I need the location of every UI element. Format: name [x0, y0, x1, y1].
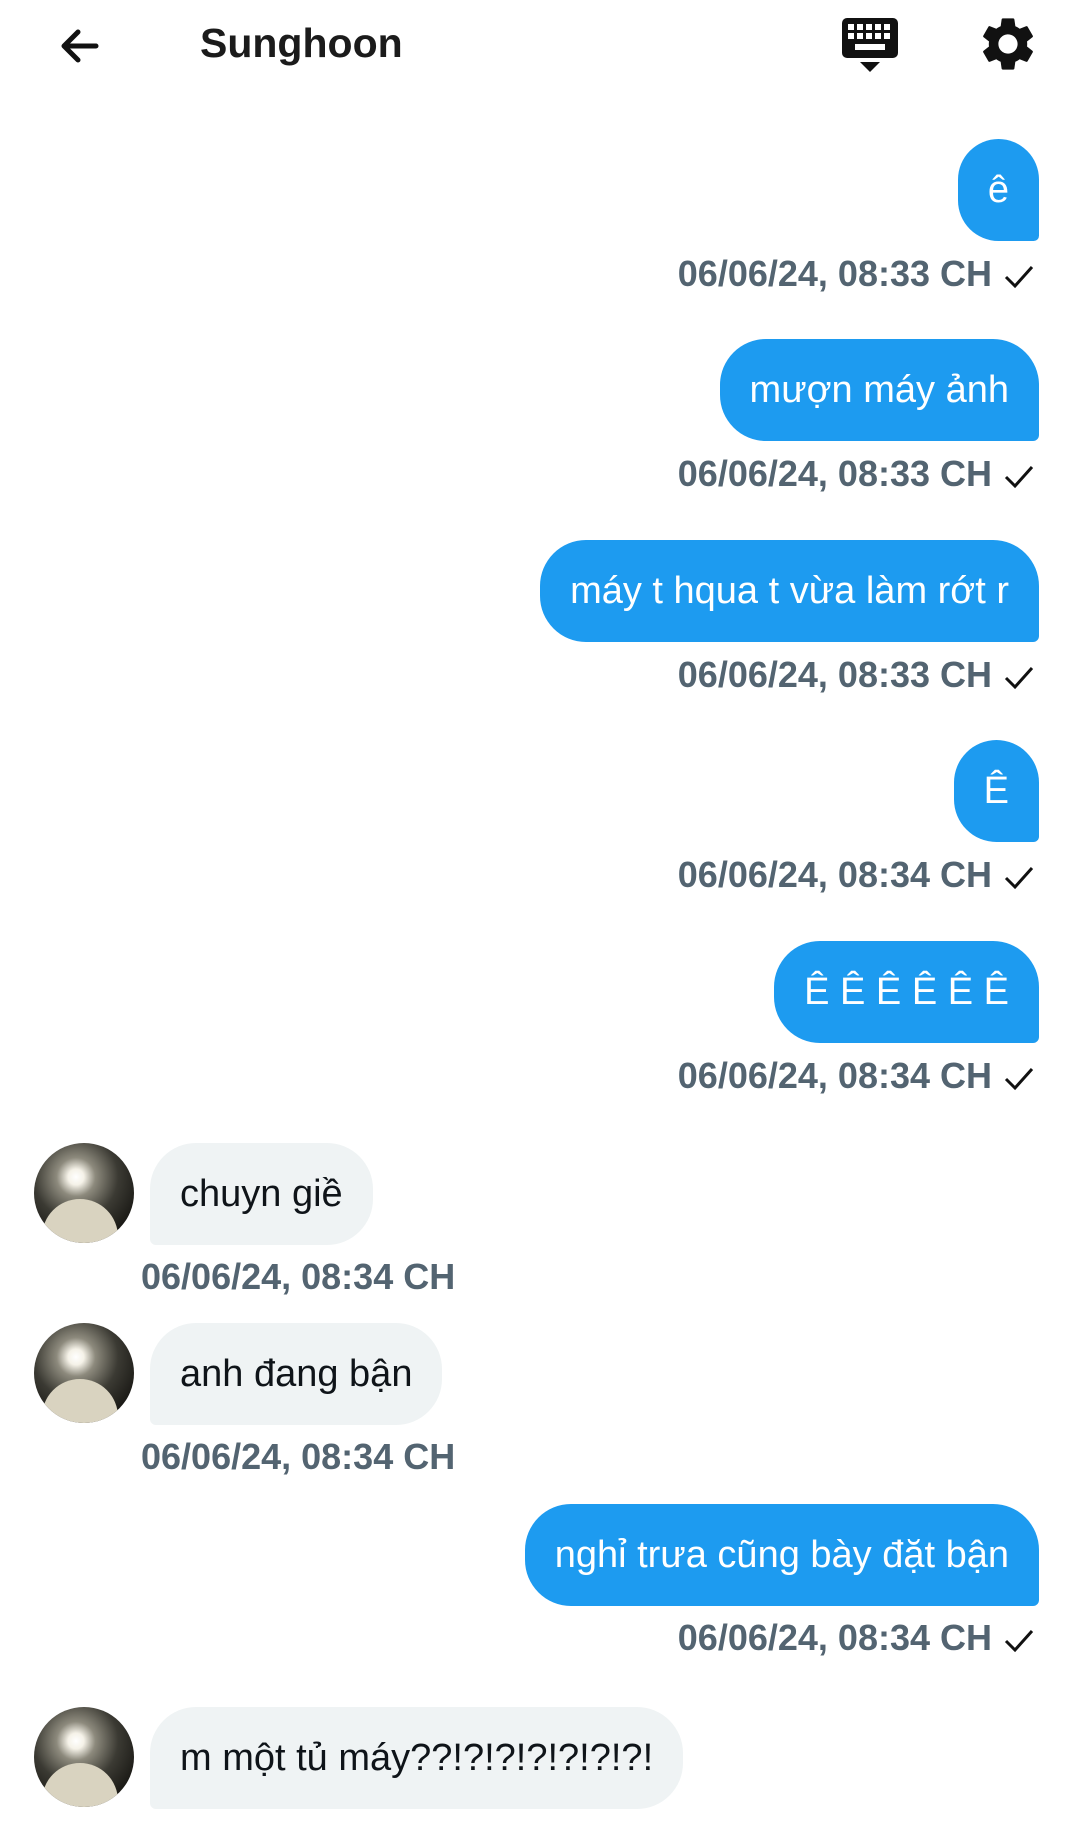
message-text: máy t hqua t vừa làm rớt r — [570, 569, 1009, 612]
message-timestamp: 06/06/24, 08:34 CH — [677, 854, 992, 895]
avatar[interactable] — [34, 1323, 134, 1423]
message-text: Ê Ê Ê Ê Ê Ê — [804, 970, 1009, 1013]
check-icon — [1004, 1067, 1034, 1091]
message-thread: ê 06/06/24, 08:33 CH mượn máy ảnh 06/06/… — [0, 0, 1080, 1828]
outgoing-message[interactable]: máy t hqua t vừa làm rớt r — [540, 540, 1039, 642]
message-timestamp: 06/06/24, 08:33 CH — [677, 253, 992, 294]
check-icon — [1004, 666, 1034, 690]
incoming-message[interactable]: anh đang bận — [150, 1323, 443, 1425]
avatar[interactable] — [34, 1707, 134, 1807]
check-icon — [1004, 265, 1034, 289]
check-icon — [1004, 866, 1034, 890]
avatar[interactable] — [34, 1143, 134, 1243]
incoming-message[interactable]: chuyn giề — [150, 1143, 373, 1245]
message-timestamp: 06/06/24, 08:34 CH — [677, 1617, 992, 1658]
outgoing-message[interactable]: Ê Ê Ê Ê Ê Ê — [774, 941, 1039, 1043]
message-timestamp: 06/06/24, 08:34 CH — [141, 1256, 456, 1297]
message-timestamp: 06/06/24, 08:33 CH — [677, 654, 992, 695]
outgoing-message[interactable]: Ê — [953, 740, 1039, 842]
message-text: Ê — [983, 769, 1009, 812]
message-text: anh đang bận — [180, 1352, 413, 1395]
message-text: mượn máy ảnh — [749, 368, 1009, 411]
check-icon — [1004, 1629, 1034, 1653]
incoming-message[interactable]: m một tủ máy??!?!?!?!?!?!?! — [150, 1707, 684, 1809]
outgoing-message[interactable]: mượn máy ảnh — [719, 339, 1039, 441]
message-text: m một tủ máy??!?!?!?!?!?!?! — [180, 1736, 654, 1779]
message-timestamp: 06/06/24, 08:34 CH — [677, 1055, 992, 1096]
outgoing-message[interactable]: nghỉ trưa cũng bày đặt bận — [524, 1504, 1039, 1606]
message-timestamp: 06/06/24, 08:33 CH — [677, 453, 992, 494]
outgoing-message[interactable]: ê — [957, 139, 1039, 241]
message-text: chuyn giề — [180, 1172, 343, 1215]
message-text: ê — [987, 168, 1009, 211]
check-icon — [1004, 465, 1034, 489]
message-timestamp: 06/06/24, 08:34 CH — [141, 1436, 456, 1477]
message-text: nghỉ trưa cũng bày đặt bận — [554, 1533, 1009, 1576]
